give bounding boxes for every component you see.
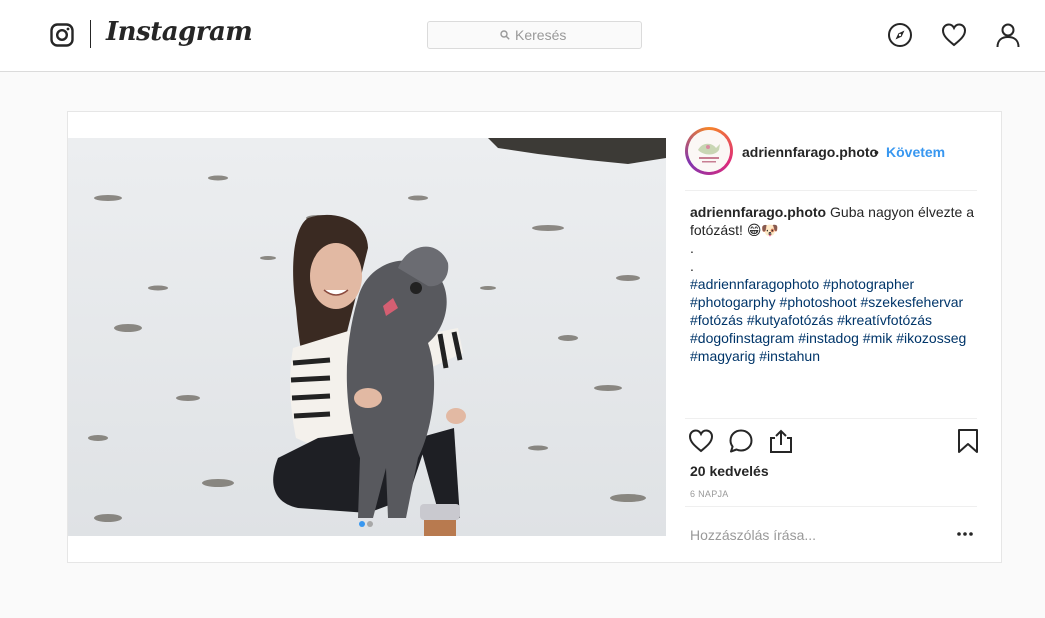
heart-icon[interactable]	[941, 22, 967, 48]
hashtag-link[interactable]: #mik	[863, 330, 893, 346]
hashtag-link[interactable]: #ikozosseg	[896, 330, 966, 346]
divider	[685, 418, 977, 419]
separator-dot: •	[874, 144, 879, 160]
logo-divider	[90, 20, 91, 48]
hashtag-list: #adriennfaragophoto #photographer #photo…	[690, 275, 980, 365]
hashtag-link[interactable]: #instadog	[798, 330, 859, 346]
top-nav: Instagram	[0, 0, 1045, 72]
hashtag-link[interactable]: #photogarphy	[690, 294, 776, 310]
caption-dot: .	[690, 240, 694, 256]
bookmark-icon[interactable]	[955, 428, 981, 454]
hashtag-link[interactable]: #instahun	[759, 348, 820, 364]
hashtag-link[interactable]: #kreatívfotózás	[837, 312, 932, 328]
instagram-logo[interactable]: Instagram	[106, 17, 253, 47]
user-icon[interactable]	[995, 22, 1021, 48]
hashtag-link[interactable]: #fotózás	[690, 312, 743, 328]
follow-button[interactable]: Követem	[886, 144, 945, 160]
likes-count[interactable]: 20 kedvelés	[690, 463, 769, 479]
hashtag-link[interactable]: #szekesfehervar	[861, 294, 964, 310]
hashtag-link[interactable]: #magyarig	[690, 348, 755, 364]
caption-dot: .	[690, 258, 694, 274]
avatar-logo-image	[688, 130, 730, 172]
hashtag-link[interactable]: #kutyafotózás	[747, 312, 833, 328]
post-sidebar: adriennfarago.photo • Követem adriennfar…	[666, 112, 1001, 562]
camera-icon[interactable]	[50, 23, 74, 47]
post-timestamp[interactable]: 6 NAPJA	[690, 489, 729, 499]
post-photo[interactable]	[68, 138, 666, 536]
carousel-dot[interactable]	[367, 521, 373, 527]
divider	[685, 506, 977, 507]
comment-icon[interactable]	[728, 428, 754, 454]
share-icon[interactable]	[768, 428, 794, 454]
divider	[685, 190, 977, 191]
hashtag-link[interactable]: #adriennfaragophoto	[690, 276, 819, 292]
snow-dog-photo	[68, 138, 666, 536]
post-caption: adriennfarago.photo Guba nagyon élvezte …	[690, 203, 980, 365]
search-box[interactable]	[427, 21, 642, 49]
like-heart-icon[interactable]	[688, 428, 714, 454]
caption-emoji: 😁🐶	[746, 222, 779, 238]
comment-input[interactable]	[690, 525, 930, 545]
hashtag-link[interactable]: #photoshoot	[780, 294, 857, 310]
post-card: adriennfarago.photo • Követem adriennfar…	[67, 111, 1002, 563]
post-username[interactable]: adriennfarago.photo	[742, 144, 878, 160]
avatar[interactable]	[685, 127, 733, 175]
compass-icon[interactable]	[887, 22, 913, 48]
search-icon	[500, 30, 510, 40]
caption-username[interactable]: adriennfarago.photo	[690, 204, 826, 220]
hashtag-link[interactable]: #photographer	[823, 276, 914, 292]
search-input[interactable]	[515, 26, 635, 44]
carousel-dot-active[interactable]	[359, 521, 365, 527]
more-options-icon[interactable]	[955, 524, 975, 544]
hashtag-link[interactable]: #dogofinstagram	[690, 330, 794, 346]
carousel-indicator	[358, 514, 374, 532]
